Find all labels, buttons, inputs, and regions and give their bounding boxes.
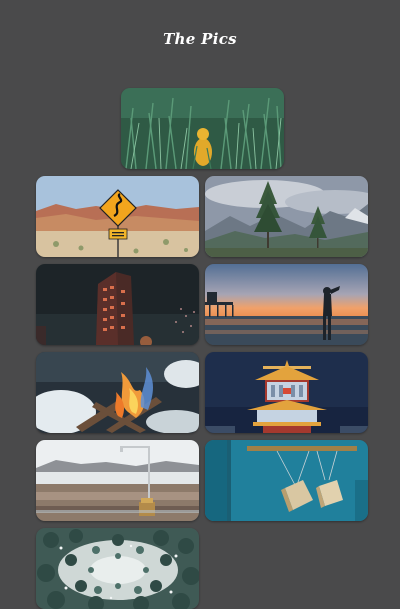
- photo-shower-in-tundra[interactable]: [36, 440, 199, 521]
- photo-desert-road-sign[interactable]: [36, 176, 199, 257]
- photo-flatiron-building-night[interactable]: [36, 264, 199, 345]
- photo-person-in-grass[interactable]: [121, 88, 284, 169]
- photo-mountain-pines[interactable]: [205, 176, 368, 257]
- photo-campfire-snow[interactable]: [36, 352, 199, 433]
- page-title: The Pics: [163, 30, 237, 48]
- photo-woman-beach-sunset[interactable]: [205, 264, 368, 345]
- photo-hanging-books-teal-wall[interactable]: [205, 440, 368, 521]
- photo-chinese-pagoda-night[interactable]: [205, 352, 368, 433]
- photo-snowy-forest-aerial[interactable]: [36, 528, 199, 609]
